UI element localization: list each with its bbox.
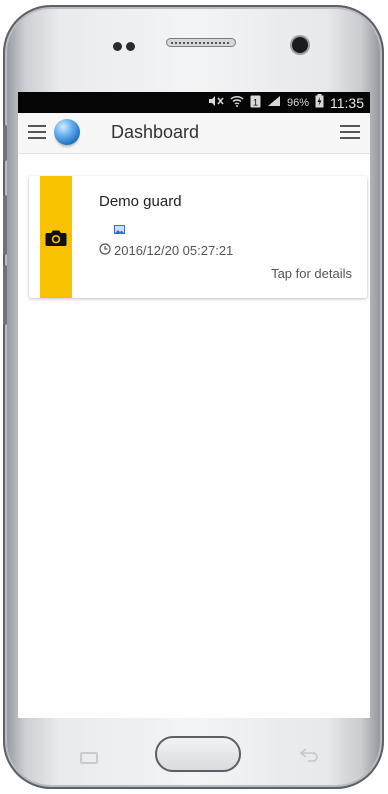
sensor-dots [113, 38, 143, 51]
app-bar: Dashboard [18, 113, 370, 154]
sim-icon: 1 [250, 95, 261, 111]
menu-icon[interactable] [28, 125, 46, 139]
timestamp-row: 2016/12/20 05:27:21 [99, 243, 233, 258]
back-icon[interactable] [299, 748, 320, 764]
guard-name: Demo guard [99, 193, 182, 210]
screen: 1 96% 11:35 Dashboard Demo guard 2016/12… [18, 92, 370, 718]
earpiece-speaker [166, 38, 236, 47]
clock: 11:35 [330, 94, 364, 111]
volume-down-key [3, 265, 7, 325]
clock-icon [99, 243, 111, 258]
side-key [3, 125, 7, 161]
timestamp: 2016/12/20 05:27:21 [114, 243, 234, 258]
status-bar: 1 96% 11:35 [18, 92, 370, 113]
tap-for-details-link[interactable]: Tap for details [271, 266, 352, 281]
signal-icon [267, 95, 281, 110]
wifi-icon [230, 95, 244, 110]
battery-icon [315, 94, 324, 111]
bottom-bezel [18, 718, 370, 784]
guard-card[interactable]: Demo guard 2016/12/20 05:27:21 Tap for d… [29, 176, 367, 298]
svg-text:1: 1 [253, 97, 258, 107]
image-icon [114, 221, 125, 234]
volume-up-key [3, 195, 7, 255]
home-button[interactable] [155, 736, 241, 772]
front-camera [292, 37, 308, 53]
mute-icon [208, 95, 224, 110]
recents-icon[interactable] [80, 752, 98, 764]
camera-icon [45, 230, 67, 246]
globe-icon [54, 119, 80, 145]
battery-percent: 96% [286, 96, 309, 109]
page-title: Dashboard [111, 122, 200, 142]
overflow-menu-icon[interactable] [340, 125, 360, 139]
